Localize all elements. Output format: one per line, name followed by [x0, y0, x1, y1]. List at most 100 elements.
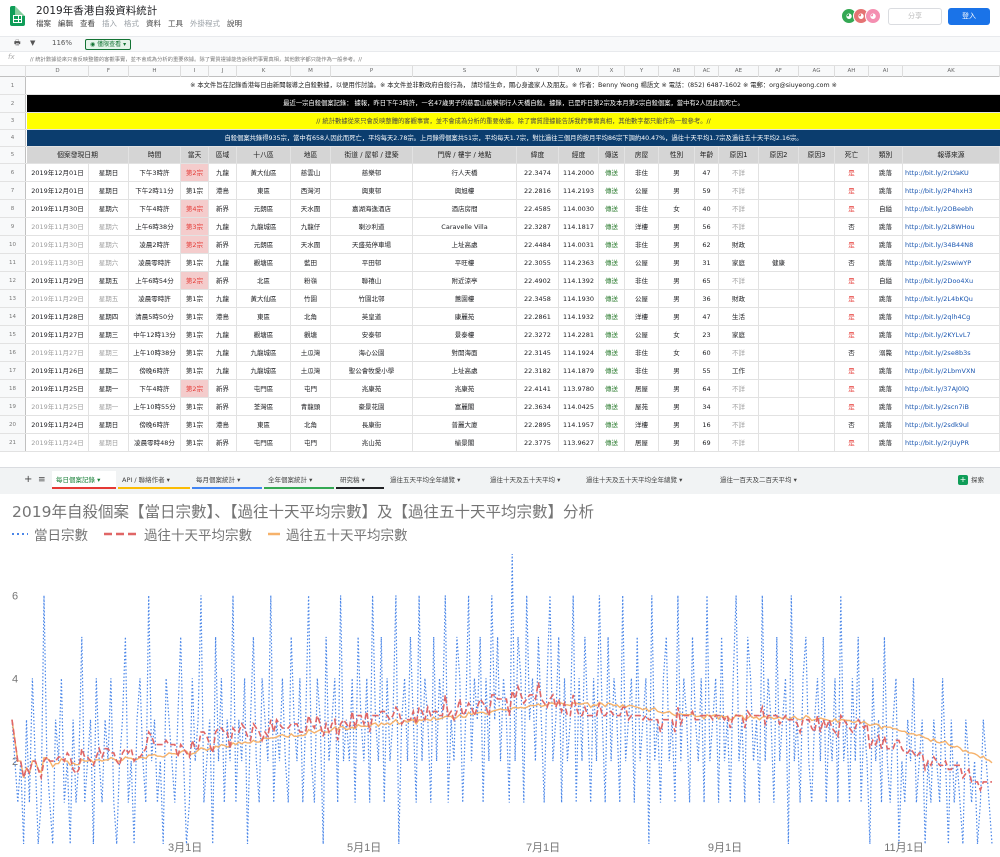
column-header[interactable]: AF — [759, 66, 799, 77]
row-number[interactable]: 7 — [0, 182, 26, 199]
menu-edit[interactable]: 編輯 — [58, 18, 73, 29]
menu-view[interactable]: 查看 — [80, 18, 95, 29]
column-header[interactable]: AE — [719, 66, 759, 77]
sheet-tab[interactable]: 過往十天及五十天平均 ▾ — [486, 471, 580, 489]
row-number[interactable]: 1 — [0, 77, 26, 94]
menu-addons[interactable]: 外掛程式 — [190, 18, 220, 29]
zoom-select[interactable]: 116% — [52, 39, 72, 47]
formula-content[interactable]: // 統計數據從來只會反映整體的客觀事實，並不會成為分析的重要依據。除了實質證據… — [30, 55, 362, 63]
source-link[interactable]: http://bit.ly/2OBeebh — [903, 200, 1000, 217]
source-link[interactable]: http://bit.ly/2sdk9ul — [903, 416, 1000, 433]
map-link-cell[interactable]: 傳送 — [599, 326, 625, 343]
source-link[interactable]: http://bit.ly/2LbmVXN — [903, 362, 1000, 379]
source-link[interactable]: http://bit.ly/37AJ0lQ — [903, 380, 1000, 397]
sheet-tab[interactable]: 過往十天及五十天平均全年總覽 ▾ — [582, 471, 714, 489]
row-number[interactable]: 13 — [0, 290, 26, 307]
map-link-cell[interactable]: 傳送 — [599, 272, 625, 289]
source-link[interactable]: http://bit.ly/2L8WHou — [903, 218, 1000, 235]
column-header[interactable]: AI — [869, 66, 903, 77]
sheet-tab[interactable]: 過往五天平均全年總覽 ▾ — [386, 471, 484, 489]
column-header[interactable]: AC — [695, 66, 719, 77]
explore-button[interactable]: + 探索 — [958, 474, 984, 485]
column-header[interactable]: K — [237, 66, 291, 77]
row-number[interactable]: 16 — [0, 344, 26, 361]
map-link-cell[interactable]: 傳送 — [599, 398, 625, 415]
map-link-cell[interactable]: 傳送 — [599, 200, 625, 217]
row-number[interactable]: 18 — [0, 380, 26, 397]
row-number[interactable]: 14 — [0, 308, 26, 325]
column-title[interactable]: 緯度 — [517, 147, 559, 163]
row-number[interactable]: 10 — [0, 236, 26, 253]
sheet-grid[interactable]: D F H I J K M P S V W X Y AB AC AE AF AG AH AI AK 1 ※ 本文件旨在記錄… — [0, 66, 1000, 467]
column-title[interactable]: 原因2 — [759, 147, 799, 163]
document-title[interactable]: 2019年香港自殺資料統計 — [36, 3, 157, 18]
menu-file[interactable]: 檔案 — [36, 18, 51, 29]
column-title[interactable]: 性別 — [659, 147, 695, 163]
source-link[interactable]: http://bit.ly/2rLYaKU — [903, 164, 1000, 181]
print-icon[interactable]: 🖶 — [14, 39, 21, 50]
row-number[interactable]: 20 — [0, 416, 26, 433]
sheet-tab[interactable]: 每月個案統計 ▾ — [192, 471, 262, 489]
menu-insert[interactable]: 插入 — [102, 18, 117, 29]
map-link-cell[interactable]: 傳送 — [599, 362, 625, 379]
column-title[interactable]: 類別 — [869, 147, 903, 163]
row-number[interactable]: 2 — [0, 95, 26, 112]
column-title[interactable]: 死亡 — [835, 147, 869, 163]
source-link[interactable]: http://bit.ly/2swiwYP — [903, 254, 1000, 271]
sheet-tab[interactable]: 研究稿 ▾ — [336, 471, 384, 489]
column-title[interactable]: 原因3 — [799, 147, 835, 163]
column-title[interactable]: 房屋 — [625, 147, 659, 163]
column-header[interactable]: AK — [903, 66, 1000, 77]
column-header[interactable]: J — [209, 66, 237, 77]
source-link[interactable]: http://bit.ly/2P4hxH3 — [903, 182, 1000, 199]
column-header[interactable]: F — [89, 66, 129, 77]
sign-in-button[interactable]: 登入 — [948, 8, 990, 25]
column-header[interactable]: H — [129, 66, 181, 77]
map-link-cell[interactable]: 傳送 — [599, 308, 625, 325]
share-button[interactable]: 分享 — [888, 8, 942, 25]
column-title[interactable]: 傳送 — [599, 147, 625, 163]
column-header[interactable]: D — [27, 66, 89, 77]
column-title[interactable]: 區域 — [209, 147, 237, 163]
row-number[interactable]: 4 — [0, 130, 26, 146]
row-number[interactable]: 21 — [0, 434, 26, 451]
avatar[interactable]: ◕ — [865, 8, 881, 24]
row-number[interactable]: 11 — [0, 254, 26, 271]
column-header[interactable]: S — [413, 66, 517, 77]
source-link[interactable]: http://bit.ly/2scn7iB — [903, 398, 1000, 415]
column-header[interactable]: AH — [835, 66, 869, 77]
row-number[interactable]: 9 — [0, 218, 26, 235]
row-number[interactable]: 8 — [0, 200, 26, 217]
map-link-cell[interactable]: 傳送 — [599, 236, 625, 253]
column-header[interactable]: AG — [799, 66, 835, 77]
map-link-cell[interactable]: 傳送 — [599, 164, 625, 181]
source-link[interactable]: http://bit.ly/2L4bKQu — [903, 290, 1000, 307]
sheets-logo-icon[interactable] — [10, 6, 25, 26]
row-number[interactable]: 17 — [0, 362, 26, 379]
column-header[interactable]: M — [291, 66, 331, 77]
source-link[interactable]: http://bit.ly/2se8b3s — [903, 344, 1000, 361]
menu-tools[interactable]: 工具 — [168, 18, 183, 29]
sheet-tab[interactable]: API / 聯絡作者 ▾ — [118, 471, 190, 489]
column-title[interactable]: 個案發現日期 — [27, 147, 129, 163]
column-title[interactable]: 門牌 / 樓宇 / 地點 — [413, 147, 517, 163]
column-title[interactable]: 當天 — [181, 147, 209, 163]
map-link-cell[interactable]: 傳送 — [599, 380, 625, 397]
column-title[interactable]: 街道 / 屋邨 / 建築 — [331, 147, 413, 163]
column-title[interactable]: 時間 — [129, 147, 181, 163]
menu-help[interactable]: 說明 — [227, 18, 242, 29]
column-header[interactable]: P — [331, 66, 413, 77]
sheet-tab[interactable]: 過往一百天及二百天平均 ▾ — [716, 471, 814, 489]
row-number[interactable]: 3 — [0, 113, 26, 129]
column-title[interactable]: 年齡 — [695, 147, 719, 163]
sheet-tab[interactable]: 全年個案統計 ▾ — [264, 471, 334, 489]
map-link-cell[interactable]: 傳送 — [599, 182, 625, 199]
row-number[interactable]: 6 — [0, 164, 26, 181]
source-link[interactable]: http://bit.ly/34B44N8 — [903, 236, 1000, 253]
menu-format[interactable]: 格式 — [124, 18, 139, 29]
row-number[interactable]: 5 — [0, 147, 26, 163]
column-title[interactable]: 報導來源 — [903, 147, 1000, 163]
row-number[interactable]: 12 — [0, 272, 26, 289]
column-header[interactable]: I — [181, 66, 209, 77]
source-link[interactable]: http://bit.ly/2rjUyPR — [903, 434, 1000, 451]
